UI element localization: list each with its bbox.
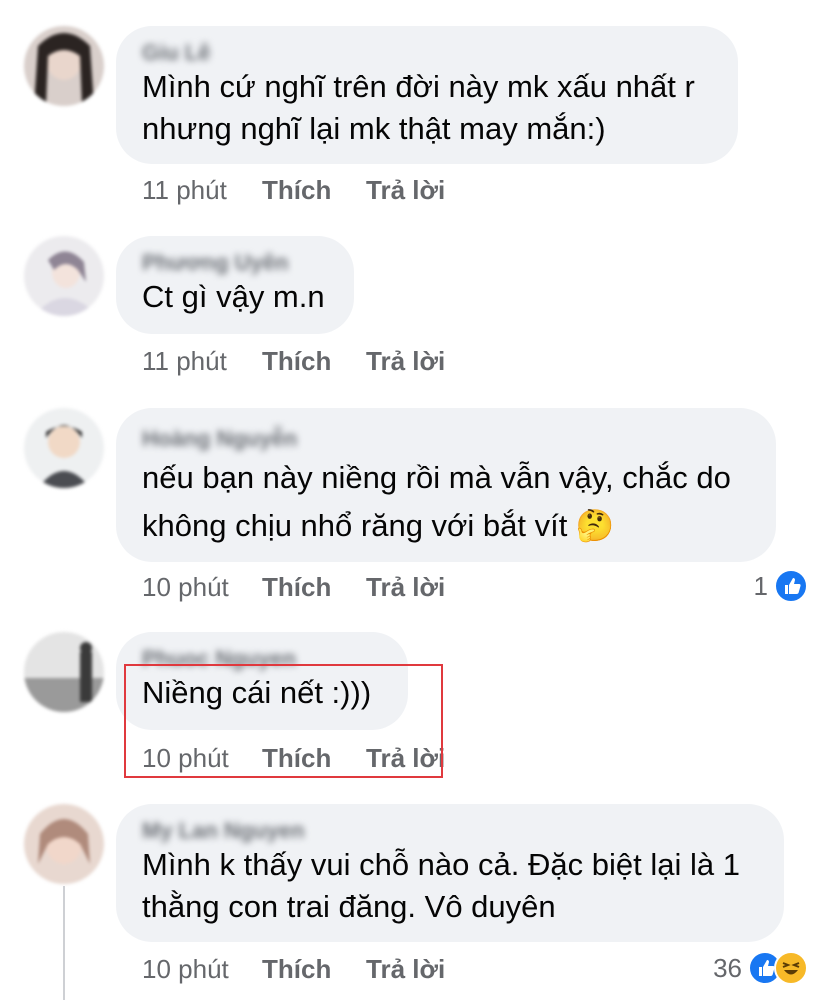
timestamp[interactable]: 11 phút (142, 346, 262, 377)
comment-text-line: không chịu nhổ răng với bắt vít 🤔 (142, 508, 615, 543)
thread-line (63, 886, 65, 1000)
comment-text-line: nếu bạn này niềng rồi mà vẫn vậy, chắc d… (142, 460, 731, 495)
comment-text-line: Niềng cái nết :))) (142, 675, 372, 710)
like-button[interactable]: Thích (262, 346, 366, 377)
comment-bubble: My Lan Nguyen Mình k thấy vui chỗ nào cả… (116, 804, 784, 942)
timestamp[interactable]: 10 phút (142, 954, 262, 985)
reply-button[interactable]: Trả lời (366, 175, 445, 206)
comment-text-line: nhưng nghĩ lại mk thật may mắn:) (142, 111, 606, 146)
avatar[interactable] (24, 632, 104, 712)
comment-actions: 10 phút Thích Trả lời (142, 741, 445, 775)
author-name[interactable]: My Lan Nguyen (142, 818, 758, 844)
avatar[interactable] (24, 408, 104, 488)
comment-text-line: thằng con trai đăng. Vô duyên (142, 889, 556, 924)
author-name[interactable]: Phuoc Nguyen (142, 646, 382, 672)
haha-icon (774, 951, 808, 985)
comment-bubble: Giu Lê Mình cứ nghĩ trên đời này mk xấu … (116, 26, 738, 164)
like-button[interactable]: Thích (262, 175, 366, 206)
comment-text-line: Mình k thấy vui chỗ nào cả. Đặc biệt lại… (142, 847, 740, 882)
like-button[interactable]: Thích (262, 572, 366, 603)
timestamp[interactable]: 10 phút (142, 743, 262, 774)
like-button[interactable]: Thích (262, 954, 366, 985)
timestamp[interactable]: 10 phút (142, 572, 262, 603)
comment-text-line: Ct gì vậy m.n (142, 279, 325, 314)
reaction-count: 1 (753, 570, 768, 601)
reaction-summary[interactable]: 36 (713, 950, 808, 986)
reaction-summary[interactable]: 1 (754, 568, 808, 604)
like-icon (774, 569, 808, 603)
avatar[interactable] (24, 236, 104, 316)
comment-actions: 10 phút Thích Trả lời (142, 952, 445, 986)
like-button[interactable]: Thích (262, 743, 366, 774)
comment-text-line: Mình cứ nghĩ trên đời này mk xấu nhất r (142, 69, 695, 104)
reply-button[interactable]: Trả lời (366, 954, 445, 985)
author-name[interactable]: Phương Uyên (142, 250, 328, 276)
comment-bubble: Phuoc Nguyen Niềng cái nết :))) (116, 632, 408, 730)
author-name[interactable]: Giu Lê (142, 40, 712, 66)
comment-actions: 11 phút Thích Trả lời (142, 344, 445, 378)
comment-bubble: Phương Uyên Ct gì vậy m.n (116, 236, 354, 334)
comment-bubble: Hoàng Nguyễn nếu bạn này niềng rồi mà vẫ… (116, 408, 776, 562)
reaction-count: 36 (713, 952, 742, 983)
comment-actions: 10 phút Thích Trả lời (142, 570, 445, 604)
avatar[interactable] (24, 804, 104, 884)
timestamp[interactable]: 11 phút (142, 175, 262, 206)
reply-button[interactable]: Trả lời (366, 572, 445, 603)
avatar[interactable] (24, 26, 104, 106)
author-name[interactable]: Hoàng Nguyễn (142, 426, 750, 452)
reply-button[interactable]: Trả lời (366, 346, 445, 377)
comment-actions: 11 phút Thích Trả lời (142, 173, 445, 207)
reply-button[interactable]: Trả lời (366, 743, 445, 774)
